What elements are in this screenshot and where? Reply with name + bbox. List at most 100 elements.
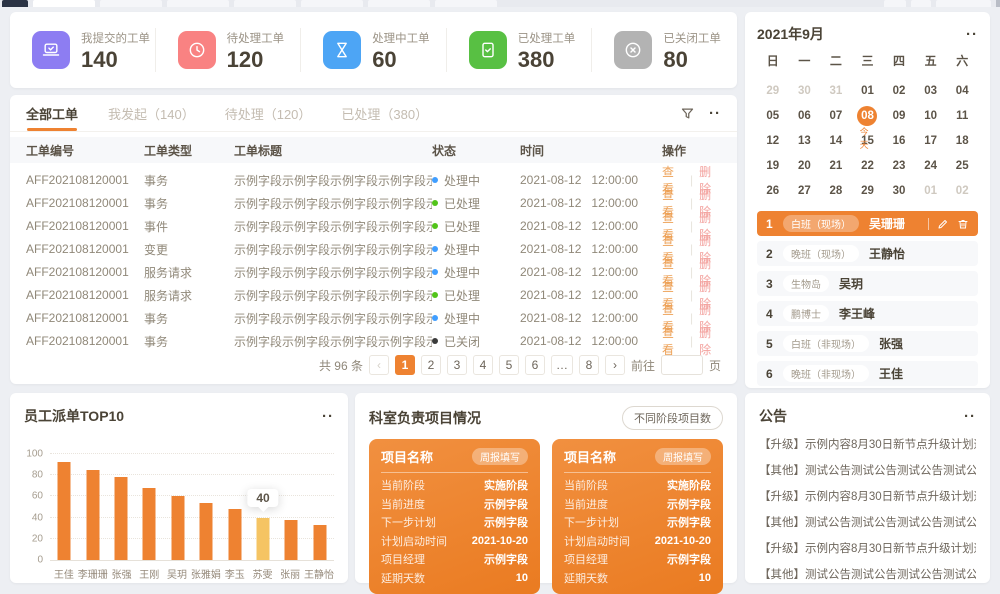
shift-row[interactable]: 3生物岛吴玥 <box>757 271 978 296</box>
table-row[interactable]: AFF202108120001事务示例字段示例字段示例字段示例字段示例字段已关闭… <box>10 324 737 347</box>
calendar-day[interactable]: 16 <box>883 128 915 153</box>
tab-active[interactable]: 全部工单 <box>26 95 78 131</box>
bar-slot: 40 <box>249 454 277 560</box>
calendar-day[interactable]: 30 <box>789 78 821 103</box>
table-row[interactable]: AFF202108120001服务请求示例字段示例字段示例字段示例字段示例字段处… <box>10 255 737 278</box>
bar[interactable] <box>313 525 326 560</box>
calendar-day[interactable]: 29 <box>852 178 884 203</box>
stage-count-button[interactable]: 不同阶段项目数 <box>622 406 723 430</box>
calendar-day[interactable]: 01 <box>915 178 947 203</box>
table-row[interactable]: AFF202108120001事务示例字段示例字段示例字段示例字段示例字段已处理… <box>10 186 737 209</box>
announcement-item[interactable]: 【升级】示例内容8月30日新节点升级计划通知 <box>759 436 976 452</box>
calendar-day[interactable]: 02 <box>883 78 915 103</box>
calendar-day[interactable]: 20 <box>789 153 821 178</box>
page-button-active[interactable]: 1 <box>395 355 415 375</box>
announcements-more-icon[interactable]: ·· <box>964 409 976 424</box>
next-page-button[interactable]: › <box>605 355 625 375</box>
announcement-item[interactable]: 【升级】示例内容8月30日新节点升级计划通知 <box>759 488 976 504</box>
calendar-day[interactable]: 02 <box>946 178 978 203</box>
announcement-item[interactable]: 【其他】测试公告测试公告测试公告测试公告测试公告 <box>759 566 976 582</box>
time-text: 12:00:00 <box>591 173 638 187</box>
page-button[interactable]: 6 <box>525 355 545 375</box>
weekly-report-badge[interactable]: 周报填写 <box>655 448 711 465</box>
calendar-day[interactable]: 04 <box>946 78 978 103</box>
calendar-day[interactable]: 28 <box>820 178 852 203</box>
calendar-day[interactable]: 22 <box>852 153 884 178</box>
table-row[interactable]: AFF202108120001事件示例字段示例字段示例字段示例字段示例字段已处理… <box>10 209 737 232</box>
tab-inactive[interactable]: 待处理（120） <box>225 95 312 131</box>
announcement-item[interactable]: 【其他】测试公告测试公告测试公告测试公告测试公告 <box>759 514 976 530</box>
bar[interactable] <box>143 488 156 560</box>
page-button[interactable]: 8 <box>579 355 599 375</box>
calendar-day[interactable]: 14 <box>820 128 852 153</box>
table-row[interactable]: AFF202108120001服务请求示例字段示例字段示例字段示例字段示例字段已… <box>10 278 737 301</box>
shift-row[interactable]: 6晚班（非现场）王佳 <box>757 361 978 386</box>
calendar-day[interactable]: 11 <box>946 103 978 128</box>
calendar-day[interactable]: 06 <box>789 103 821 128</box>
calendar-day[interactable]: 05 <box>757 103 789 128</box>
page-button[interactable]: … <box>551 355 573 375</box>
calendar-day[interactable]: 18 <box>946 128 978 153</box>
page-button[interactable]: 4 <box>473 355 493 375</box>
page-button[interactable]: 5 <box>499 355 519 375</box>
edit-pencil-icon[interactable] <box>937 218 949 230</box>
calendar-day[interactable]: 13 <box>789 128 821 153</box>
bar[interactable] <box>285 520 298 560</box>
chart-more-icon[interactable]: ·· <box>322 409 334 424</box>
calendar-day[interactable]: 29 <box>757 78 789 103</box>
calendar-day[interactable]: 12 <box>757 128 789 153</box>
calendar-day[interactable]: 03 <box>915 78 947 103</box>
prev-page-button[interactable]: ‹ <box>369 355 389 375</box>
table-row[interactable]: AFF202108120001事务示例字段示例字段示例字段示例字段示例字段处理中… <box>10 163 737 186</box>
weekly-report-badge[interactable]: 周报填写 <box>472 448 528 465</box>
cell-time: 2021-08-1212:00:00 <box>520 288 662 302</box>
bar[interactable] <box>171 496 184 560</box>
calendar-day[interactable]: 21 <box>820 153 852 178</box>
calendar-day[interactable]: 31 <box>820 78 852 103</box>
bar-highlighted[interactable] <box>257 518 270 560</box>
calendar-day[interactable]: 27 <box>789 178 821 203</box>
trash-icon[interactable] <box>957 218 969 230</box>
shift-row[interactable]: 2晚班（现场）王静怡 <box>757 241 978 266</box>
project-card[interactable]: 项目名称周报填写当前阶段实施阶段当前进度示例字段下一步计划示例字段计划启动时间2… <box>369 439 540 594</box>
weekday-label: 二 <box>820 48 852 74</box>
shift-row[interactable]: 5白班（非现场）张强 <box>757 331 978 356</box>
page-button[interactable]: 3 <box>447 355 467 375</box>
tab-inactive[interactable]: 我发起（140） <box>108 95 195 131</box>
calendar-day-today[interactable]: 08今天 <box>852 103 884 128</box>
stat-value: 120 <box>227 49 285 71</box>
bar[interactable] <box>228 509 241 560</box>
calendar-day[interactable]: 07 <box>820 103 852 128</box>
bar[interactable] <box>58 462 71 560</box>
calendar-day[interactable]: 09 <box>883 103 915 128</box>
table-row[interactable]: AFF202108120001事务示例字段示例字段示例字段示例字段示例字段处理中… <box>10 301 737 324</box>
cell-order-title: 示例字段示例字段示例字段示例字段示例字段 <box>234 218 432 235</box>
page-button[interactable]: 2 <box>421 355 441 375</box>
calendar-day[interactable]: 26 <box>757 178 789 203</box>
calendar-day[interactable]: 30 <box>883 178 915 203</box>
calendar-day[interactable]: 19 <box>757 153 789 178</box>
project-card[interactable]: 项目名称周报填写当前阶段实施阶段当前进度示例字段下一步计划示例字段计划启动时间2… <box>552 439 723 594</box>
shift-row[interactable]: 4鹏博士李王峰 <box>757 301 978 326</box>
announcement-item[interactable]: 【其他】测试公告测试公告测试公告测试公告测试公告 <box>759 462 976 478</box>
table-more-icon[interactable]: ·· <box>709 106 721 121</box>
calendar-day[interactable]: 10 <box>915 103 947 128</box>
calendar-day[interactable]: 23 <box>883 153 915 178</box>
calendar-more-icon[interactable]: ·· <box>966 27 978 42</box>
calendar-day[interactable]: 17 <box>915 128 947 153</box>
pagination-goto-input[interactable] <box>661 355 703 375</box>
bar[interactable] <box>86 470 99 560</box>
bar[interactable] <box>115 477 128 560</box>
calendar-day[interactable]: 01 <box>852 78 884 103</box>
table-row[interactable]: AFF202108120001变更示例字段示例字段示例字段示例字段示例字段处理中… <box>10 232 737 255</box>
announcement-item[interactable]: 【升级】示例内容8月30日新节点升级计划通知 <box>759 540 976 556</box>
project-field-row: 当前阶段实施阶段 <box>564 476 711 495</box>
calendar-day[interactable]: 25 <box>946 153 978 178</box>
delete-link[interactable]: 删除 <box>699 324 721 358</box>
bar[interactable] <box>200 503 213 560</box>
view-link[interactable]: 查看 <box>662 324 684 358</box>
tab-inactive[interactable]: 已处理（380） <box>341 95 428 131</box>
shift-row[interactable]: 1白班（现场）吴珊珊 <box>757 211 978 236</box>
calendar-day[interactable]: 24 <box>915 153 947 178</box>
filter-funnel-icon[interactable] <box>680 106 695 121</box>
